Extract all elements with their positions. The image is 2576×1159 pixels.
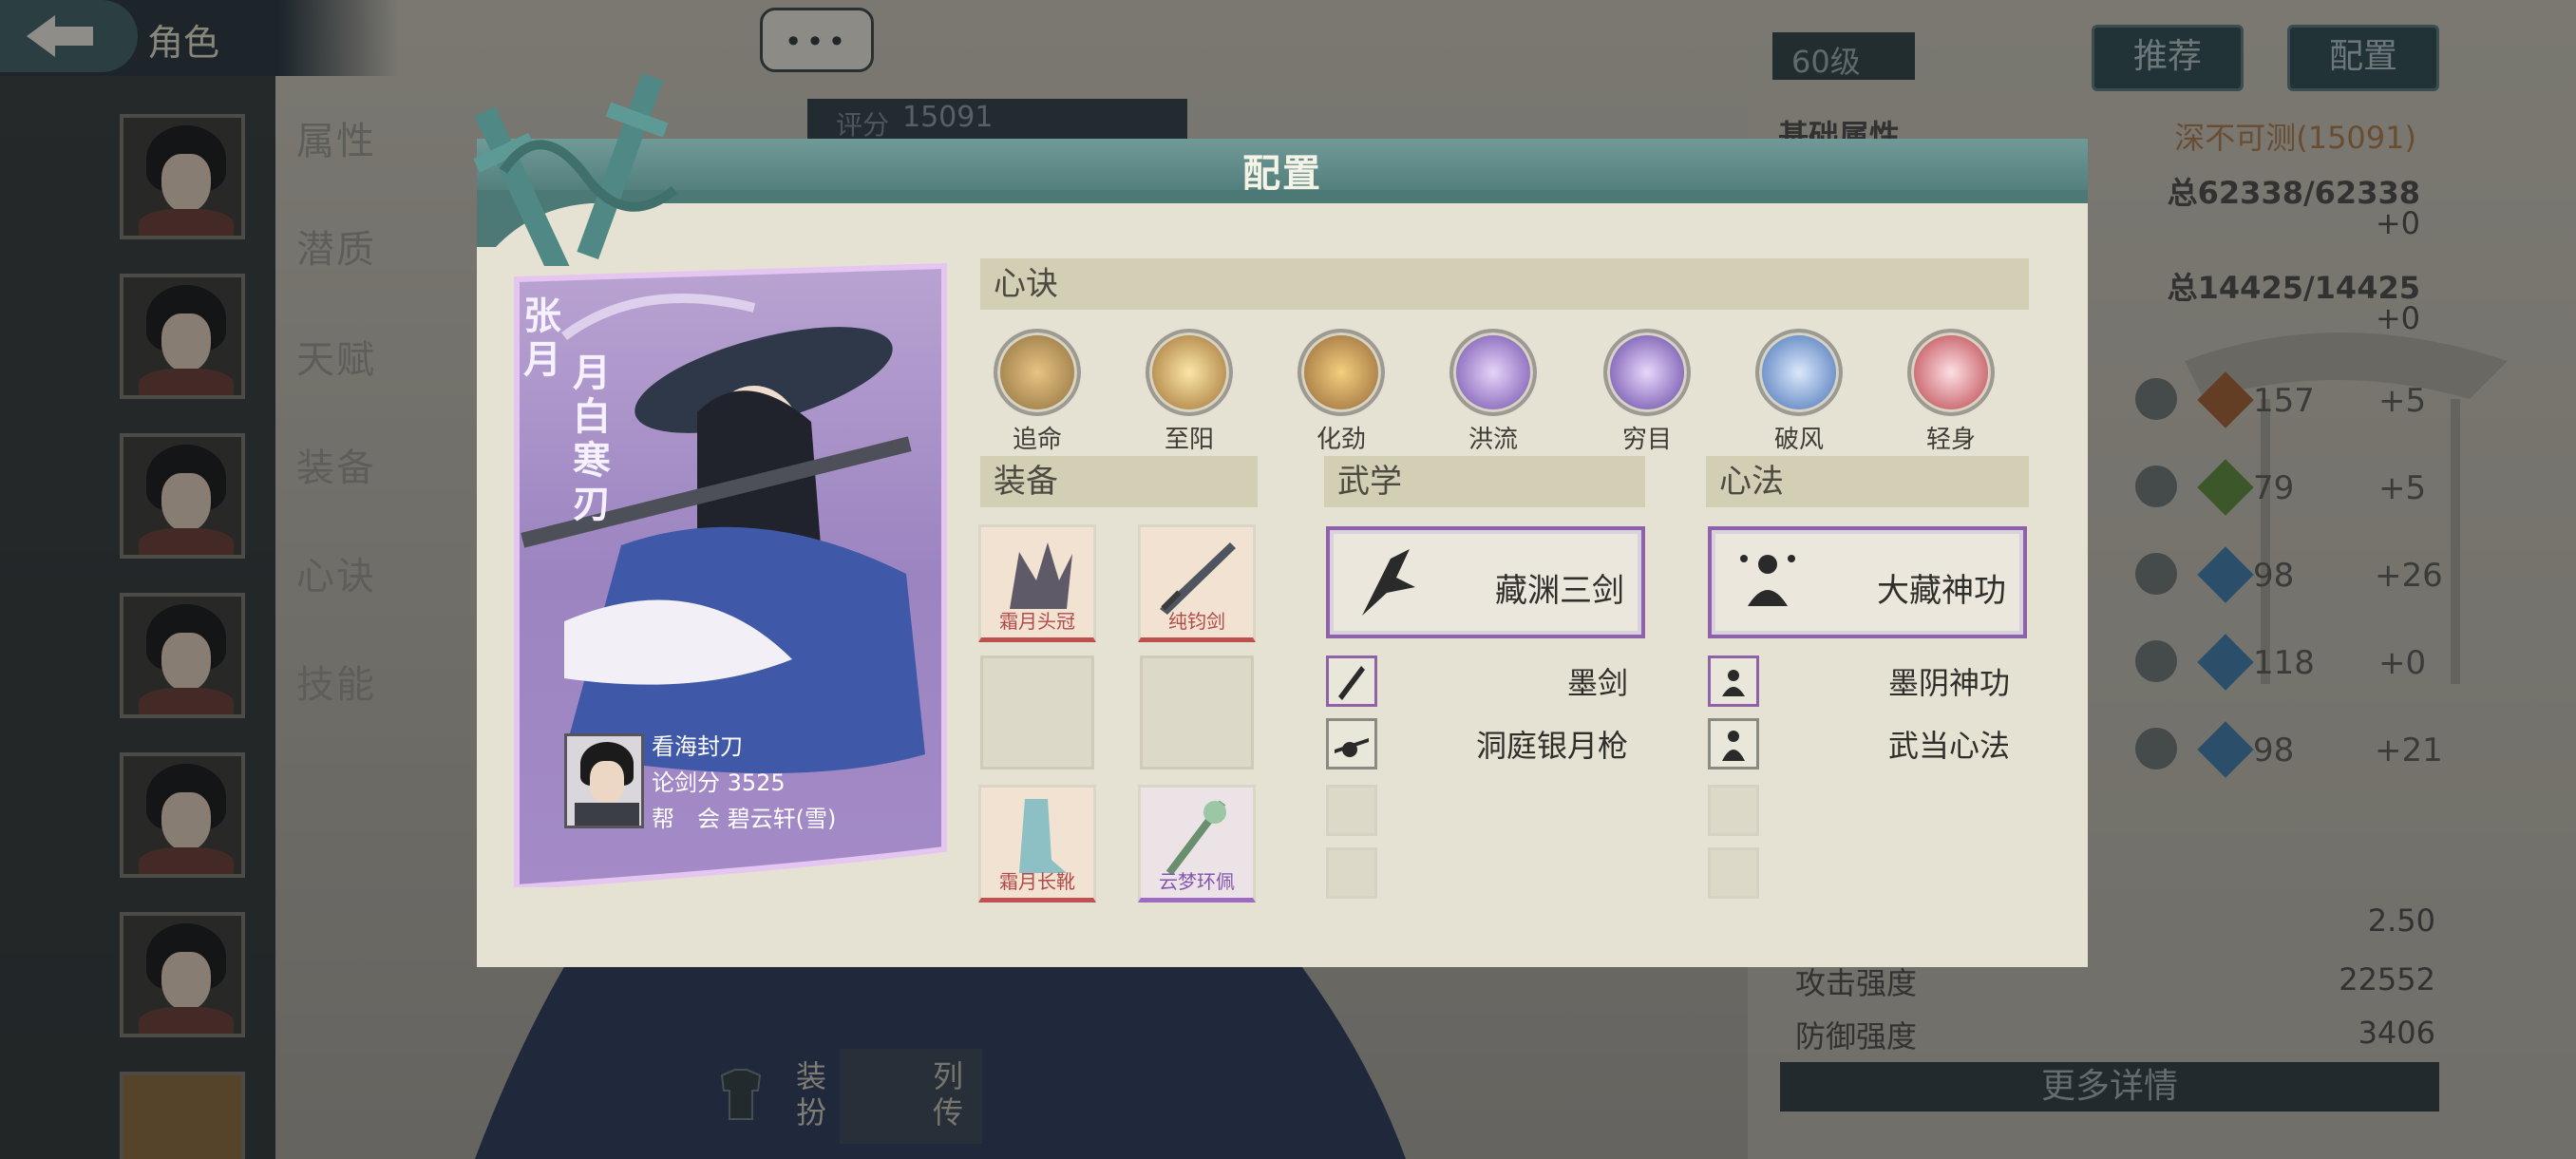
meditation-icon — [1740, 555, 1795, 606]
xinfa-sub-slot[interactable] — [1708, 718, 1759, 770]
equipment-name: 纯钧剑 — [1168, 610, 1225, 633]
light-body-skill-icon[interactable] — [1907, 329, 1995, 416]
wuxue-sub-name: 洞庭银月枪 — [1475, 728, 1628, 764]
crossed-swords-decoration — [473, 72, 678, 266]
dark-art-icon — [1722, 670, 1745, 696]
sword-dance-icon — [1362, 549, 1415, 616]
equipment-slot[interactable]: 纯钧剑 — [1138, 524, 1256, 642]
force-skill-icon[interactable] — [1297, 329, 1385, 416]
xinfa-sub-name: 墨阴神功 — [1887, 665, 2010, 701]
xinfa-header: 心法 — [1706, 456, 2029, 507]
equipment-slot[interactable]: 霜月长靴 — [978, 785, 1096, 902]
xinfa-sub-name: 武当心法 — [1887, 728, 2010, 764]
spear-icon — [1335, 738, 1369, 757]
xinjue-label: 至阳 — [1164, 426, 1214, 454]
eye-skill-icon[interactable] — [1603, 329, 1691, 416]
equipment-slot[interactable]: 云梦环佩 — [1138, 785, 1256, 902]
wuxue-sub-name: 墨剑 — [1566, 665, 1628, 701]
xinjue-header: 心诀 — [980, 258, 2029, 310]
equipment-slot[interactable]: 霜月头冠 — [978, 524, 1096, 642]
wudang-art-icon — [1722, 731, 1745, 761]
xinfa-sub-slot[interactable] — [1708, 656, 1759, 707]
xinjue-label: 破风 — [1773, 426, 1824, 454]
xinjue-label: 洪流 — [1468, 426, 1518, 454]
wind-skill-icon[interactable] — [1755, 329, 1843, 416]
wuxue-sub-slot[interactable] — [1326, 718, 1377, 770]
xinfa-empty-slot[interactable] — [1708, 847, 1759, 899]
wuxue-main-name: 藏渊三剑 — [1495, 572, 1624, 610]
header-wave-decoration — [477, 190, 2088, 247]
equipment-slot-empty[interactable] — [980, 656, 1094, 770]
xinfa-main-name: 大藏神功 — [1877, 572, 2006, 610]
flood-skill-icon[interactable] — [1449, 329, 1537, 416]
equipment-slot-empty[interactable] — [1140, 656, 1254, 770]
wuxue-empty-slot[interactable] — [1326, 847, 1377, 899]
xinjue-label: 穷目 — [1621, 426, 1672, 454]
sun-skill-icon[interactable] — [1146, 329, 1233, 416]
equipment-header: 装备 — [980, 456, 1258, 507]
xinjue-label: 化劲 — [1316, 426, 1366, 454]
wuxue-empty-slot[interactable] — [1326, 785, 1377, 836]
equipment-name: 霜月头冠 — [999, 610, 1075, 633]
chase-skill-icon[interactable] — [994, 329, 1081, 416]
xinfa-main-slot[interactable]: 大藏神功 — [1708, 526, 2027, 638]
owner-score: 论剑分 3525 — [652, 770, 786, 796]
equipment-name: 云梦环佩 — [1159, 870, 1235, 893]
owner-guild: 帮 会 碧云轩(雪) — [652, 806, 837, 832]
wuxue-header: 武学 — [1324, 456, 1645, 507]
owner-avatar — [564, 733, 644, 828]
xinjue-label: 追命 — [1012, 426, 1062, 454]
wuxue-main-slot[interactable]: 藏渊三剑 — [1326, 526, 1645, 638]
modal-title: 配置 — [1242, 152, 1322, 196]
wuxue-sub-slot[interactable] — [1326, 656, 1377, 707]
ink-sword-icon — [1338, 666, 1365, 700]
character-name: 张月 — [523, 294, 561, 382]
owner-name: 看海封刀 — [652, 733, 743, 760]
equipment-name: 霜月长靴 — [999, 870, 1075, 893]
xinfa-empty-slot[interactable] — [1708, 785, 1759, 836]
xinjue-label: 轻身 — [1925, 426, 1976, 454]
character-title: 月白寒刃 — [573, 352, 611, 526]
